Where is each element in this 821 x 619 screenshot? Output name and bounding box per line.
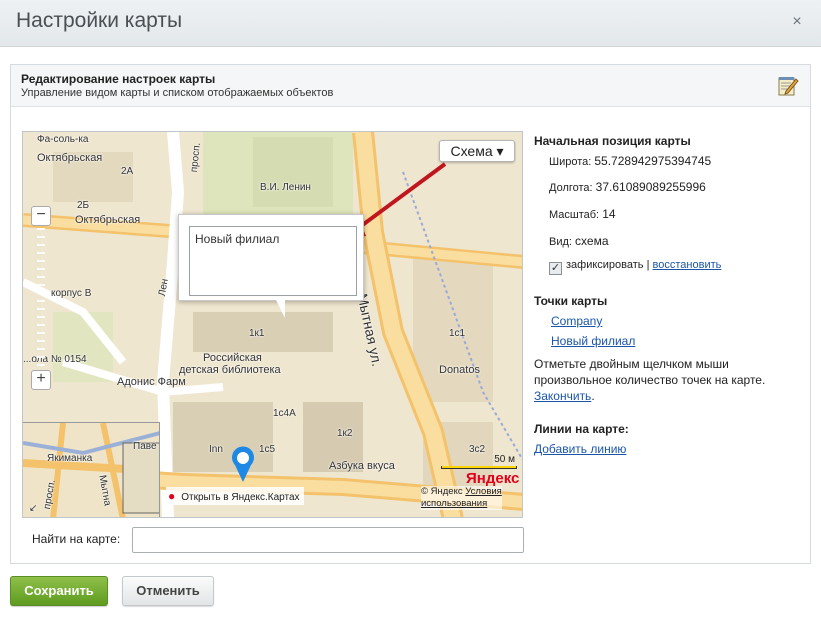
point-link[interactable]: Новый филиал <box>551 334 635 348</box>
panel-title: Редактирование настроек карты <box>21 72 216 86</box>
lines-header: Линии на карте: <box>534 422 629 436</box>
terms-link[interactable]: Условия <box>465 486 502 497</box>
finish-link[interactable]: Закончить <box>534 389 591 403</box>
copyright-text: © Яндекс <box>421 486 463 497</box>
fix-label: зафиксировать <box>566 259 644 271</box>
position-header: Начальная позиция карты <box>534 134 691 148</box>
map-label: 1к1 <box>249 328 265 339</box>
cancel-button[interactable]: Отменить <box>122 576 214 606</box>
dialog-titlebar: Настройки карты × <box>0 0 821 47</box>
map-label: 2Б <box>77 200 90 211</box>
terms-link[interactable]: использования <box>421 498 487 509</box>
zoom-in-button[interactable]: + <box>31 370 51 390</box>
zoom-slider[interactable] <box>31 228 51 368</box>
map-label: Inn <box>209 444 223 455</box>
settings-panel: Редактирование настроек карты Управление… <box>10 64 811 564</box>
restore-link[interactable]: восстановить <box>653 259 722 271</box>
minimap-label: Якиманка <box>47 453 93 464</box>
close-icon[interactable]: × <box>789 14 805 30</box>
latitude-label: Широта: <box>549 156 592 168</box>
zoom-out-button[interactable]: − <box>31 206 51 226</box>
minimap-label: Паве <box>133 441 157 452</box>
zoom-control: − + <box>31 206 51 390</box>
map-label: Азбука вкуса <box>329 460 395 472</box>
map-label: 1с4А <box>273 408 296 419</box>
scale-value: 14 <box>602 207 616 221</box>
search-label: Найти на карте: <box>32 532 121 546</box>
longitude-row: Долгота: 37.61089089255996 <box>549 180 706 194</box>
map-label: Фа-соль-ка <box>37 134 89 145</box>
longitude-label: Долгота: <box>549 182 593 194</box>
open-link-label: Открыть в Яндекс.Картах <box>181 492 300 503</box>
overview-minimap[interactable]: Якиманка Паве Мытна просп. ↙ <box>23 422 160 517</box>
map-label: Российская <box>203 352 262 364</box>
open-in-yandex-link[interactable]: ● Открыть в Яндекс.Картах <box>166 487 304 505</box>
point-name-textarea[interactable] <box>189 226 357 296</box>
view-value: схема <box>575 234 609 248</box>
search-input[interactable] <box>132 527 524 553</box>
add-line-link[interactable]: Добавить линию <box>534 442 626 456</box>
map-label: В.И. Ленин <box>260 182 311 193</box>
points-hint: Отметьте двойным щелчком мыши произвольн… <box>534 357 766 403</box>
minimap-collapse-icon[interactable]: ↙ <box>29 503 37 514</box>
edit-notepad-icon <box>776 74 800 98</box>
map-label: 1с5 <box>259 444 276 455</box>
map-marker-icon[interactable] <box>230 445 256 483</box>
map-label: 1к2 <box>337 428 353 439</box>
map-label: 2А <box>121 166 134 177</box>
map-type-dropdown[interactable]: Схема ▾ <box>439 140 515 162</box>
panel-subtitle: Управление видом карты и списком отображ… <box>21 87 334 99</box>
latitude-value: 55.728942975394745 <box>594 154 712 168</box>
map-label: детская библиотека <box>179 364 281 376</box>
map-label: Donatos <box>439 364 480 376</box>
point-link[interactable]: Company <box>551 314 602 328</box>
points-header: Точки карты <box>534 294 608 308</box>
fix-checkbox[interactable]: ✓ <box>549 262 562 275</box>
separator: | <box>646 259 650 271</box>
panel-header: Редактирование настроек карты Управление… <box>11 65 810 107</box>
map-label: Адонис Фарм <box>117 376 186 388</box>
view-row: Вид: схема <box>549 234 609 248</box>
latitude-row: Широта: 55.728942975394745 <box>549 154 711 168</box>
map-label: Октябрьская <box>75 214 141 226</box>
balloon-tail <box>276 300 285 318</box>
points-hint-text: Отметьте двойным щелчком мыши произвольн… <box>534 357 766 387</box>
save-button[interactable]: Сохранить <box>10 576 108 606</box>
scale-row: Масштаб: 14 <box>549 207 616 221</box>
scale-label: Масштаб: <box>549 209 600 221</box>
scale-label: 50 м <box>494 454 515 465</box>
map-label: 1с1 <box>449 328 466 339</box>
map-copyright: © Яндекс Условия использования <box>421 486 502 510</box>
map-scale: 50 м <box>441 454 517 469</box>
yandex-logo: Яндекс <box>466 470 520 487</box>
map-label: корпус В <box>51 288 92 299</box>
dialog-title: Настройки карты <box>16 9 183 32</box>
view-label: Вид: <box>549 236 572 248</box>
fix-row: ✓ зафиксировать | восстановить <box>549 259 721 275</box>
point-balloon <box>178 214 364 301</box>
map-label: Октябрьская <box>37 152 103 164</box>
yandex-pin-icon: ● <box>168 489 176 503</box>
map-view[interactable]: Фа-соль-ка Октябрьская 2А 2Б Октябрьская… <box>22 131 523 518</box>
scale-bar <box>441 466 517 469</box>
longitude-value: 37.61089089255996 <box>595 180 706 194</box>
